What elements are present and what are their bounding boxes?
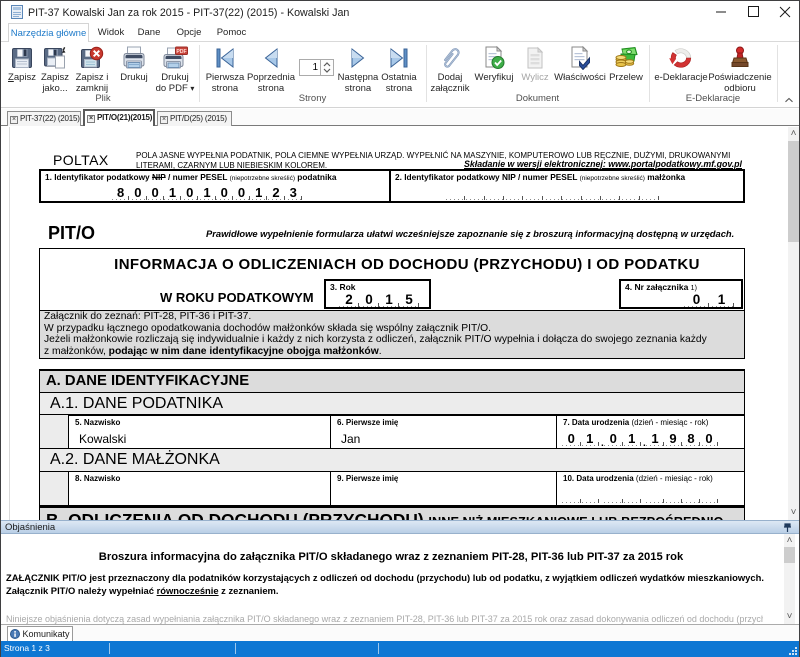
svg-text:PDF: PDF: [176, 49, 186, 55]
